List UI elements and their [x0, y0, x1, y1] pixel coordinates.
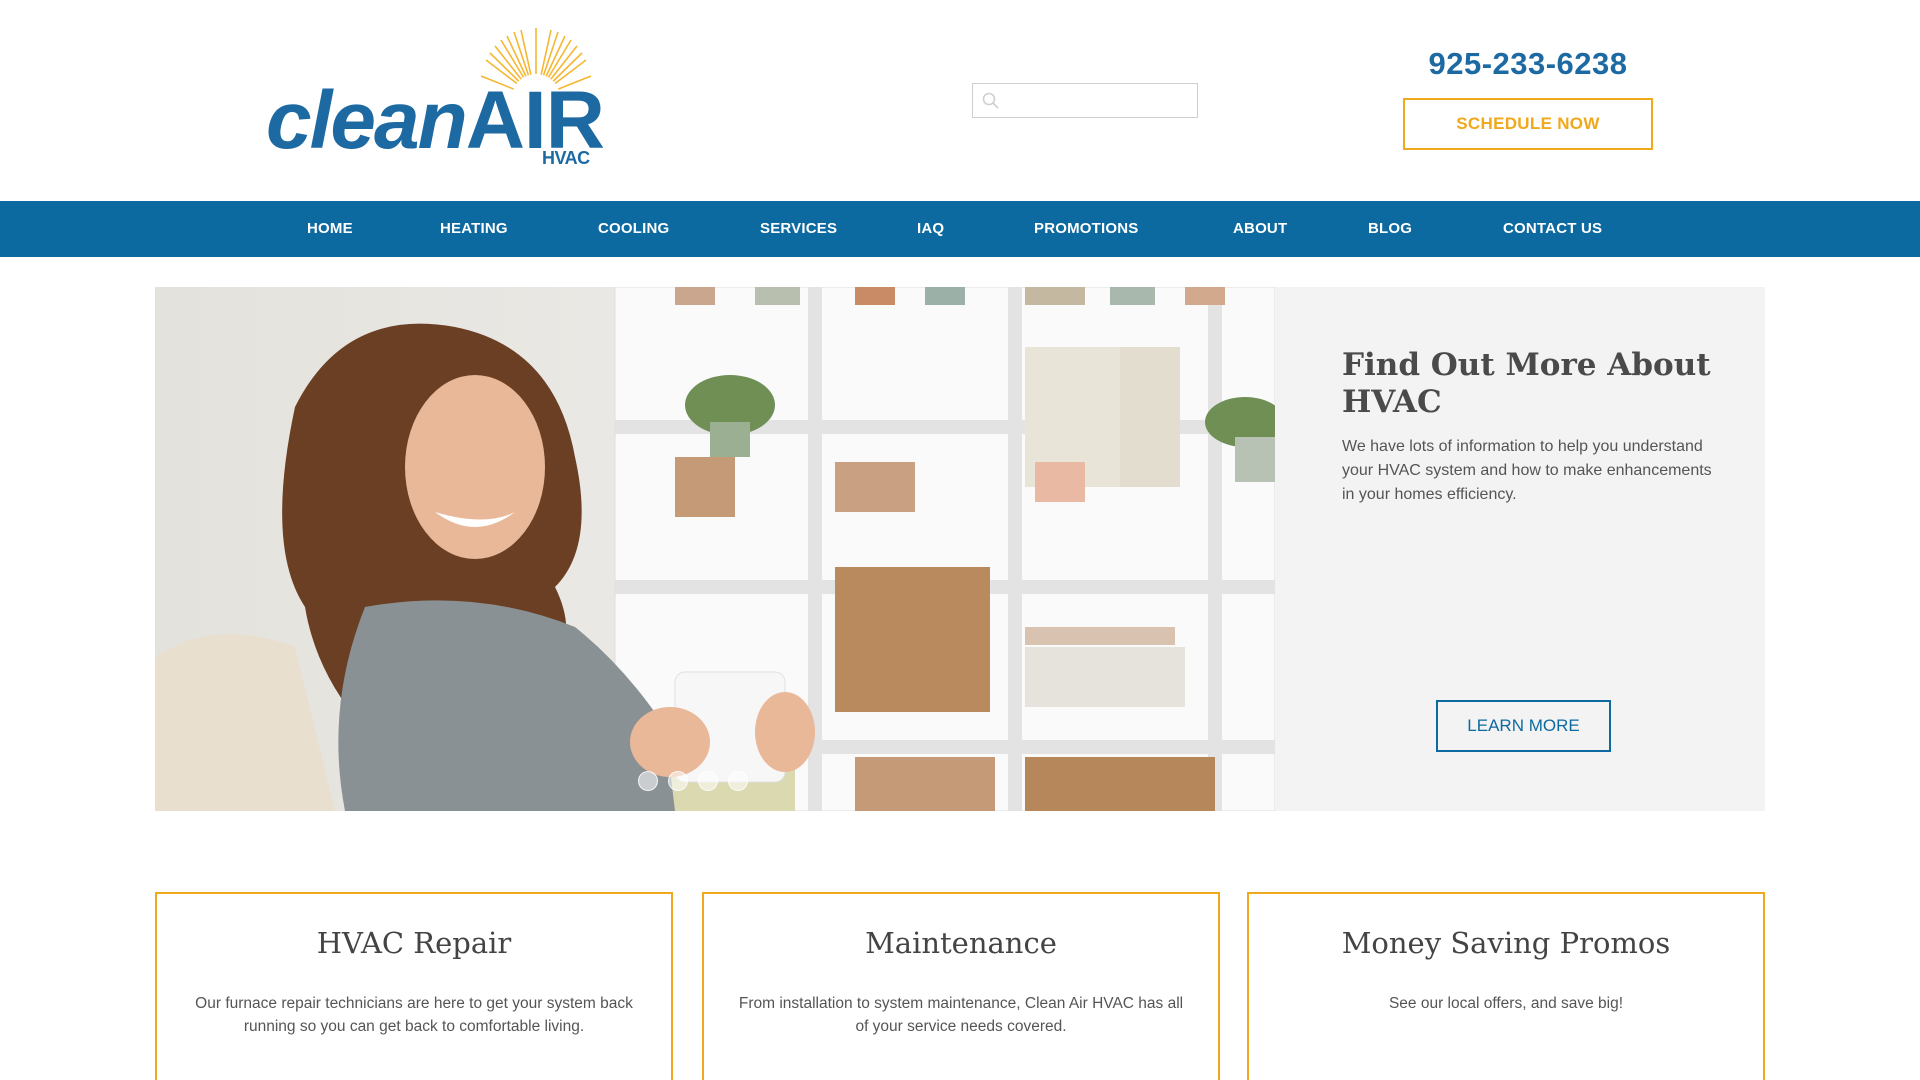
card-title: HVAC Repair [316, 926, 512, 960]
schedule-now-button[interactable]: SCHEDULE NOW [1403, 98, 1653, 150]
search-input[interactable] [972, 83, 1198, 118]
nav-item-home[interactable]: HOME [307, 201, 353, 257]
card-text: See our local offers, and save big! [1388, 995, 1624, 1012]
hero-slider: Find Out More About HVAC We have lots of… [155, 287, 1765, 811]
card-title: Money Saving Promos [1341, 926, 1671, 960]
nav-item-cooling[interactable]: COOLING [598, 201, 669, 257]
card-money-saving-promos[interactable]: Money Saving Promos See our local offers… [1247, 892, 1765, 1080]
hero-text-panel: Find Out More About HVAC We have lots of… [1275, 287, 1765, 811]
slider-dot[interactable] [668, 771, 688, 791]
slider-dots [638, 771, 748, 791]
nav-item-contact-us[interactable]: CONTACT US [1503, 201, 1602, 257]
nav-item-promotions[interactable]: PROMOTIONS [1034, 201, 1139, 257]
nav-item-services[interactable]: SERVICES [760, 201, 837, 257]
nav-item-heating[interactable]: HEATING [440, 201, 508, 257]
main-nav: HOME HEATING COOLING SERVICES IAQ PROMOT… [0, 201, 1920, 257]
woman-holding-mug-photo [155, 287, 1275, 811]
site-header: cleanAIR HVAC 925-233-6238 SCHEDULE NOW [0, 0, 1920, 201]
phone-number[interactable]: 925-233-6238 [1403, 46, 1653, 82]
card-maintenance[interactable]: Maintenance From installation to system … [702, 892, 1220, 1080]
card-title: Maintenance [865, 926, 1057, 960]
hero-description: We have lots of information to help you … [1342, 438, 1712, 503]
slider-dot[interactable] [728, 771, 748, 791]
clean-air-logo[interactable]: cleanAIR HVAC [266, 28, 605, 173]
hero-photo [155, 287, 1275, 811]
hero-title: Find Out More About HVAC [1342, 347, 1711, 420]
slider-dot[interactable] [698, 771, 718, 791]
card-hvac-repair[interactable]: HVAC Repair Our furnace repair technicia… [155, 892, 673, 1080]
card-text: Our furnace repair technicians are here … [195, 995, 633, 1035]
search-icon [982, 92, 999, 109]
nav-item-about[interactable]: ABOUT [1233, 201, 1287, 257]
nav-item-blog[interactable]: BLOG [1368, 201, 1412, 257]
logo-subtitle: HVAC [542, 148, 590, 168]
nav-item-iaq[interactable]: IAQ [917, 201, 944, 257]
card-text: From installation to system maintenance,… [738, 995, 1184, 1035]
learn-more-button[interactable]: LEARN MORE [1436, 700, 1611, 752]
slider-dot[interactable] [638, 771, 658, 791]
